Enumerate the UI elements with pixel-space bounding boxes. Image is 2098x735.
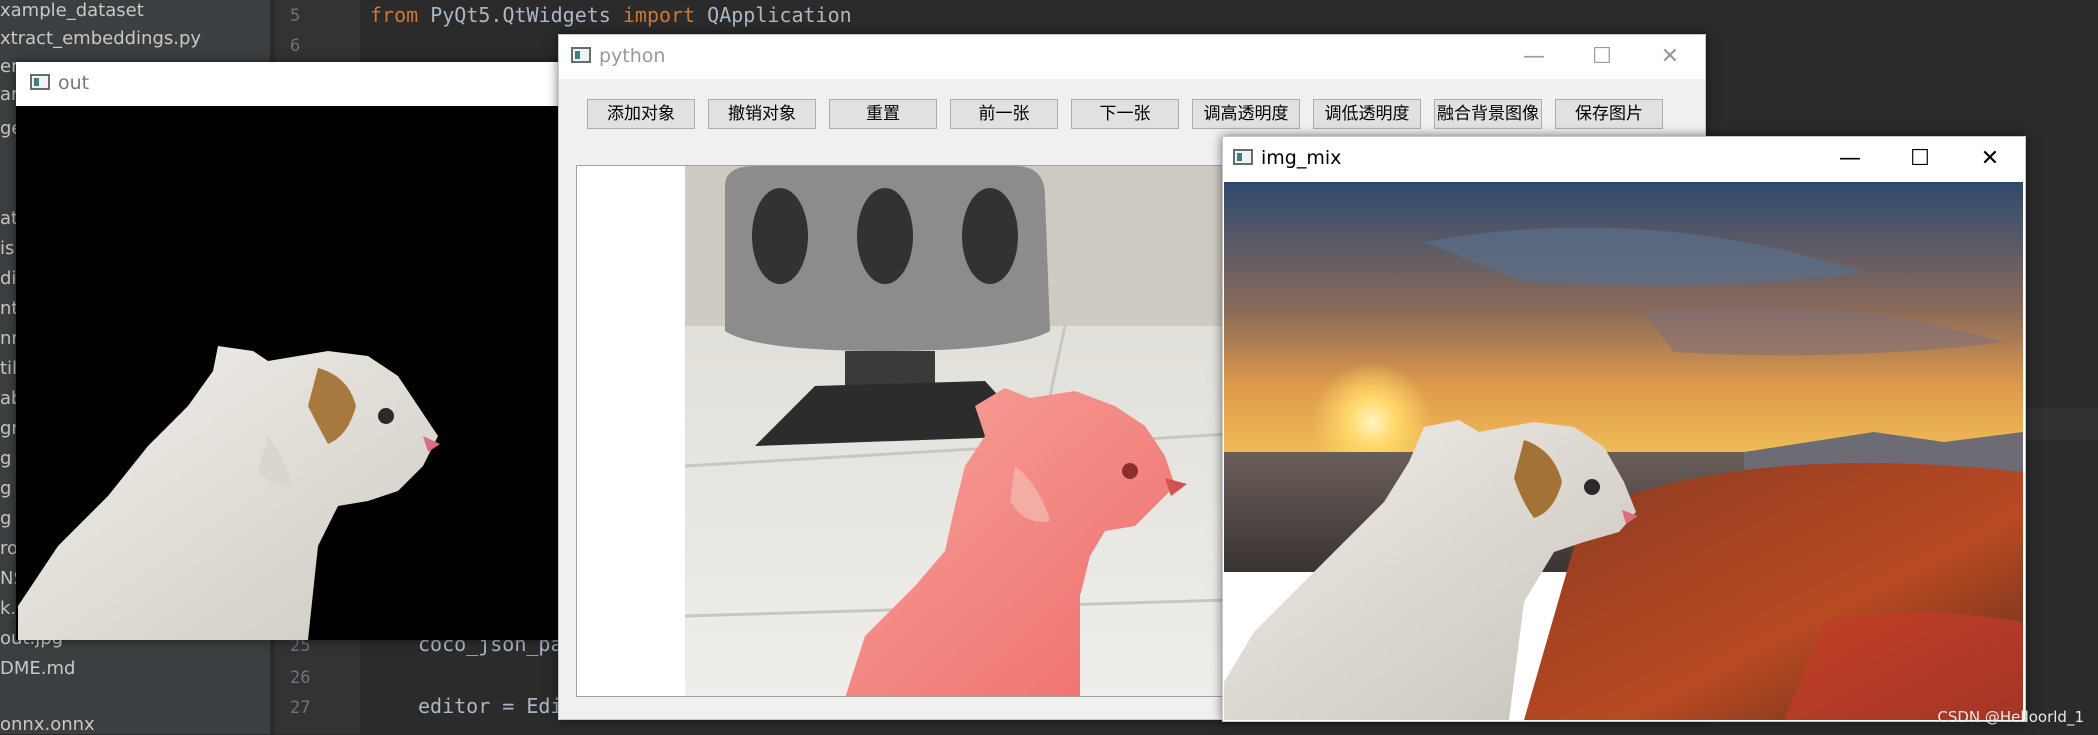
next-image-button[interactable]: 下一张 (1071, 99, 1179, 129)
code-keyword: from (370, 3, 419, 27)
python-app-icon (1233, 149, 1253, 165)
code-line-5[interactable]: from PyQt5.QtWidgets import QApplication (370, 3, 852, 27)
project-item[interactable]: til (0, 358, 17, 379)
maximize-icon[interactable]: ☐ (1885, 137, 1955, 181)
python-app-icon (30, 74, 50, 90)
project-item[interactable]: g (0, 448, 11, 469)
increase-opacity-button[interactable]: 调高透明度 (1192, 99, 1300, 129)
minimize-icon[interactable]: — (1815, 137, 1885, 181)
sunset-composite-image (1224, 182, 2023, 720)
minimize-icon[interactable]: — (1499, 35, 1569, 79)
close-icon[interactable]: ✕ (1955, 137, 2025, 181)
code-module: PyQt5.QtWidgets (418, 3, 623, 27)
line-number: 5 (290, 6, 301, 26)
code-name: QApplication (695, 3, 852, 27)
python-titlebar[interactable]: python — ☐ ✕ (559, 35, 1705, 79)
out-window-title: out (58, 72, 90, 94)
add-object-button[interactable]: 添加对象 (587, 99, 695, 129)
reset-button[interactable]: 重置 (829, 99, 937, 129)
undo-object-button[interactable]: 撤销对象 (708, 99, 816, 129)
line-number: 6 (290, 36, 301, 56)
img-mix-window-title: img_mix (1261, 147, 1342, 169)
img-mix-window[interactable]: img_mix — ☐ ✕ (1222, 136, 2026, 722)
decrease-opacity-button[interactable]: 调低透明度 (1313, 99, 1421, 129)
save-image-button[interactable]: 保存图片 (1555, 99, 1663, 129)
blended-image-canvas (1224, 182, 2023, 720)
watermark: CSDN @Helloorld_1 (1937, 708, 2084, 726)
segmented-dog-image (18, 346, 440, 640)
project-item[interactable]: g (0, 478, 11, 499)
maximize-icon[interactable]: ☐ (1567, 35, 1637, 79)
out-image-canvas (18, 106, 576, 640)
python-app-icon (571, 47, 591, 63)
project-item[interactable]: g (0, 508, 11, 529)
python-window-title: python (599, 45, 666, 67)
previous-image-button[interactable]: 前一张 (950, 99, 1058, 129)
project-item[interactable]: onnx.onnx (0, 714, 95, 735)
blend-background-button[interactable]: 融合背景图像 (1434, 99, 1542, 129)
close-icon[interactable]: ✕ (1635, 35, 1705, 79)
line-number: 26 (290, 668, 311, 688)
code-line-27[interactable]: editor = Edi (418, 694, 563, 718)
out-titlebar[interactable]: out (16, 62, 576, 106)
project-item[interactable]: DME.md (0, 658, 75, 679)
out-window[interactable]: out (16, 62, 576, 640)
line-number: 27 (290, 698, 311, 718)
code-keyword: import (622, 3, 696, 27)
img-mix-titlebar[interactable]: img_mix — ☐ ✕ (1223, 137, 2025, 181)
project-item[interactable]: xample_dataset (0, 0, 144, 21)
project-item[interactable]: xtract_embeddings.py (0, 28, 201, 49)
